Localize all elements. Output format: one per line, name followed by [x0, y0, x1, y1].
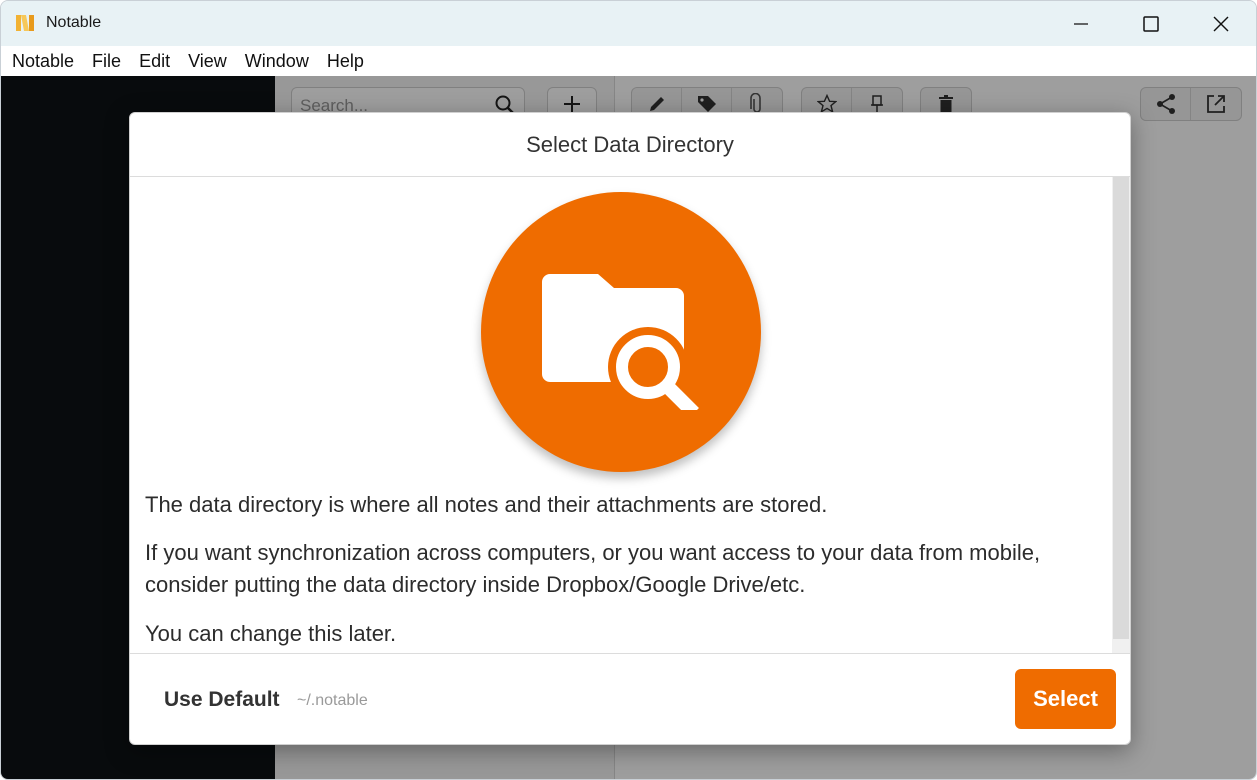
dialog-paragraph-3: You can change this later.	[145, 621, 397, 646]
menu-edit[interactable]: Edit	[130, 46, 179, 76]
menu-window[interactable]: Window	[236, 46, 318, 76]
dialog-title: Select Data Directory	[526, 131, 734, 157]
minimize-icon	[1074, 22, 1088, 25]
scrollbar-thumb[interactable]	[1113, 177, 1129, 639]
title-bar: Notable	[1, 1, 1256, 46]
dialog-paragraph-1: The data directory is where all notes an…	[145, 492, 828, 517]
menu-help[interactable]: Help	[318, 46, 373, 76]
dialog-body: The data directory is where all notes an…	[130, 177, 1130, 653]
select-data-directory-dialog: Select Data Directory The data directory…	[129, 112, 1131, 745]
dialog-header: Select Data Directory	[130, 113, 1130, 177]
folder-search-illustration	[481, 192, 761, 472]
default-path-hint: ~/.notable	[297, 692, 368, 709]
dialog-footer: Use Default ~/.notable Select	[130, 653, 1130, 744]
notable-logo-icon	[16, 15, 34, 31]
menu-view[interactable]: View	[179, 46, 236, 76]
maximize-button[interactable]	[1116, 1, 1186, 46]
app-window: Notable Notable File Edit View Window He…	[0, 0, 1257, 780]
menu-notable[interactable]: Notable	[3, 46, 83, 76]
menu-file[interactable]: File	[83, 46, 130, 76]
dialog-scrollbar[interactable]	[1112, 177, 1130, 653]
minimize-button[interactable]	[1046, 1, 1116, 46]
select-button[interactable]: Select	[1015, 669, 1116, 729]
menu-bar: Notable File Edit View Window Help	[1, 46, 1256, 76]
close-button[interactable]	[1186, 1, 1256, 46]
maximize-icon	[1143, 15, 1159, 32]
dialog-paragraph-2: If you want synchronization across compu…	[145, 540, 1041, 597]
close-icon	[1213, 16, 1229, 31]
use-default-button[interactable]: Use Default	[164, 688, 280, 712]
folder-search-icon	[542, 274, 699, 410]
window-title: Notable	[46, 14, 102, 31]
